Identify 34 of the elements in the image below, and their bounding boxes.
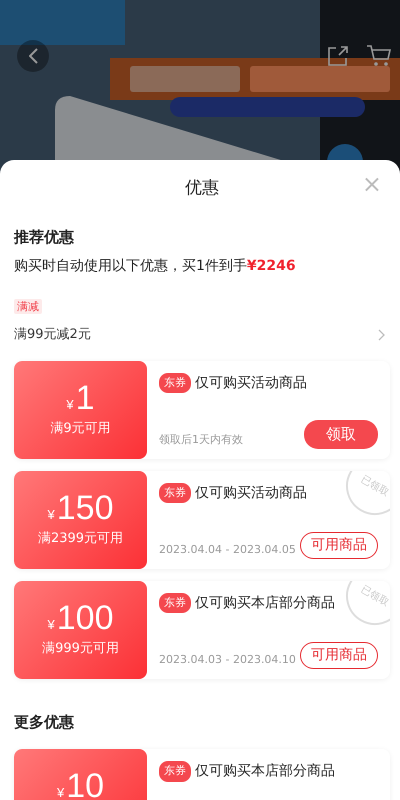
products-button[interactable]: 可用商品 (300, 642, 378, 668)
coupon-title: 仅可购买本店部分商品 (195, 762, 335, 781)
chevron-right-icon (378, 328, 386, 341)
claim-button[interactable]: 领取 (304, 420, 378, 448)
coupon-tag: 东券 (159, 761, 191, 782)
summary-text: 购买时自动使用以下优惠，买1件到手¥2246 (14, 257, 297, 276)
section-heading: 更多优惠 (14, 712, 75, 732)
coupon-title: 仅可购买活动商品 (195, 484, 307, 502)
promo-tag: 满减 (14, 299, 42, 314)
coupon-title: 仅可购买活动商品 (195, 374, 307, 392)
sheet-title: 优惠 (185, 177, 219, 200)
cart-button[interactable] (366, 43, 392, 67)
back-icon (28, 48, 38, 64)
promo-text: 满99元减2元 (14, 326, 91, 344)
coupon-tag: 东券 (159, 482, 191, 504)
section-heading: 推荐优惠 (14, 226, 75, 248)
share-button[interactable] (326, 43, 350, 67)
coupon-condition: 满2399元可用 (38, 530, 124, 548)
coupon-amount: ¥1 (66, 380, 95, 415)
coupon-validity: 2023.04.04 - 2023.04.05 (159, 542, 296, 558)
products-button[interactable]: 可用商品 (300, 532, 378, 558)
share-icon (326, 44, 350, 68)
coupon-validity: 领取后1天内有效 (159, 432, 243, 448)
back-button[interactable] (17, 40, 49, 72)
coupon-title: 仅可购买本店部分商品 (195, 594, 335, 612)
coupon-tag: 东券 (159, 372, 191, 394)
coupon-amount: ¥100 (48, 600, 114, 635)
coupon-amount: ¥10 (56, 769, 104, 800)
coupon-validity: 2023.04.03 - 2023.04.10 (159, 652, 296, 668)
coupon-condition: 满9元可用 (50, 420, 111, 438)
coupon-tag: 东券 (159, 592, 191, 614)
coupon-condition: 满999元可用 (42, 640, 119, 658)
cart-icon (366, 44, 392, 68)
coupon-amount: ¥150 (48, 490, 114, 525)
